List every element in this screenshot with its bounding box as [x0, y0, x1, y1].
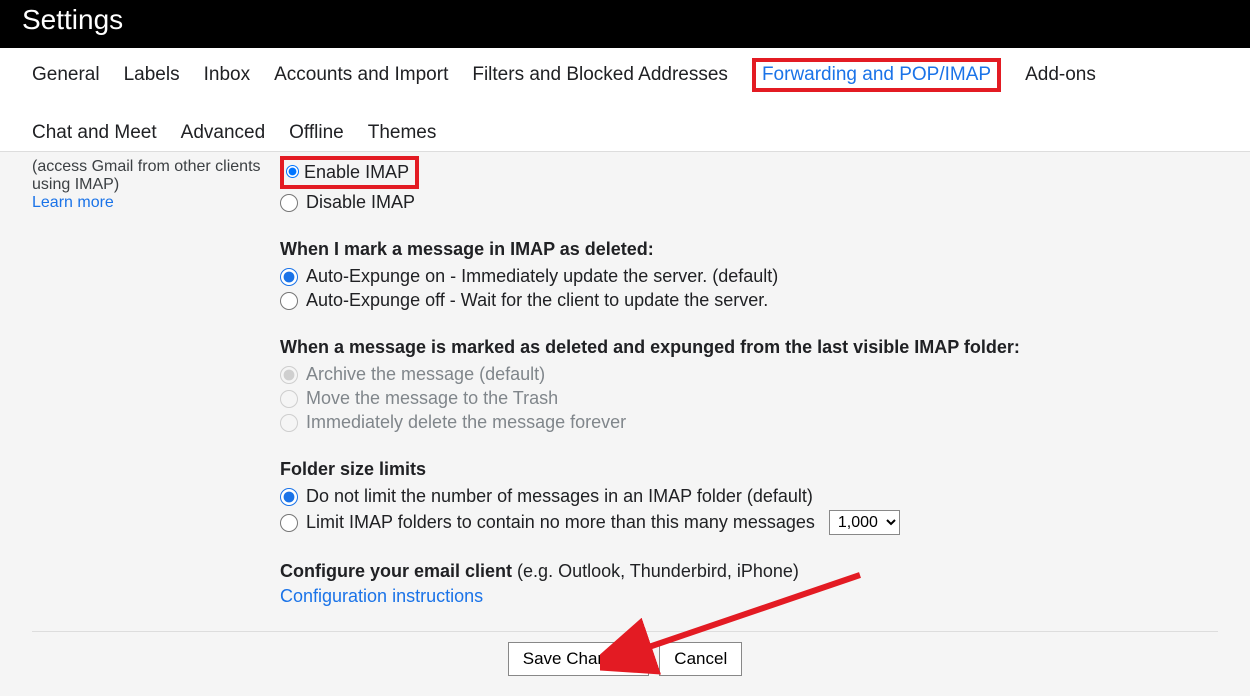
- no-limit-radio[interactable]: [280, 488, 298, 506]
- move-trash-radio: [280, 390, 298, 408]
- imap-settings-column: Enable IMAP Disable IMAP When I mark a m…: [280, 152, 1218, 607]
- tab-themes[interactable]: Themes: [368, 116, 437, 150]
- deleted-folder-section-title: When a message is marked as deleted and …: [280, 337, 1218, 358]
- highlight-enable-imap: Enable IMAP: [280, 156, 419, 189]
- archive-message-radio: [280, 366, 298, 384]
- tab-chat-meet[interactable]: Chat and Meet: [32, 116, 157, 150]
- configuration-instructions-link[interactable]: Configuration instructions: [280, 586, 483, 607]
- imap-desc-line2: using IMAP): [32, 176, 280, 194]
- delete-forever-label: Immediately delete the message forever: [306, 412, 626, 433]
- auto-expunge-off-radio[interactable]: [280, 292, 298, 310]
- configure-client-rest: (e.g. Outlook, Thunderbird, iPhone): [512, 561, 799, 581]
- tab-filters-blocked[interactable]: Filters and Blocked Addresses: [472, 58, 728, 92]
- configure-client-row: Configure your email client (e.g. Outloo…: [280, 561, 1218, 607]
- disable-imap-radio[interactable]: [280, 194, 298, 212]
- save-changes-button[interactable]: Save Changes: [508, 642, 650, 676]
- settings-content: (access Gmail from other clients using I…: [0, 151, 1250, 696]
- enable-imap-radio[interactable]: [286, 165, 299, 178]
- move-trash-label: Move the message to the Trash: [306, 388, 558, 409]
- delete-forever-radio: [280, 414, 298, 432]
- tab-general[interactable]: General: [32, 58, 100, 92]
- message-limit-select[interactable]: 1,000: [829, 510, 900, 535]
- expunge-section-title: When I mark a message in IMAP as deleted…: [280, 239, 1218, 260]
- enable-imap-label: Enable IMAP: [304, 162, 409, 182]
- tab-offline[interactable]: Offline: [289, 116, 344, 150]
- imap-access-description: (access Gmail from other clients using I…: [32, 152, 280, 212]
- highlight-forwarding-tab: Forwarding and POP/IMAP: [752, 58, 1001, 92]
- action-buttons-row: Save Changes Cancel: [32, 631, 1218, 676]
- auto-expunge-on-label: Auto-Expunge on - Immediately update the…: [306, 266, 778, 287]
- tab-forwarding-pop-imap[interactable]: Forwarding and POP/IMAP: [762, 64, 991, 85]
- page-title: Settings: [22, 4, 123, 35]
- cancel-button[interactable]: Cancel: [659, 642, 742, 676]
- settings-tabs: General Labels Inbox Accounts and Import…: [0, 48, 1250, 151]
- tab-advanced[interactable]: Advanced: [181, 116, 266, 150]
- archive-message-label: Archive the message (default): [306, 364, 545, 385]
- auto-expunge-on-radio[interactable]: [280, 268, 298, 286]
- tab-labels[interactable]: Labels: [124, 58, 180, 92]
- tab-inbox[interactable]: Inbox: [204, 58, 250, 92]
- imap-desc-line1: (access Gmail from other clients: [32, 158, 280, 176]
- folder-limits-section-title: Folder size limits: [280, 459, 1218, 480]
- settings-header: Settings: [0, 0, 1250, 48]
- configure-client-bold: Configure your email client: [280, 561, 512, 581]
- tab-accounts-import[interactable]: Accounts and Import: [274, 58, 448, 92]
- tab-addons[interactable]: Add-ons: [1025, 58, 1096, 92]
- auto-expunge-off-label: Auto-Expunge off - Wait for the client t…: [306, 290, 768, 311]
- learn-more-link[interactable]: Learn more: [32, 194, 114, 211]
- disable-imap-label: Disable IMAP: [306, 192, 415, 213]
- no-limit-label: Do not limit the number of messages in a…: [306, 486, 813, 507]
- limit-messages-label: Limit IMAP folders to contain no more th…: [306, 512, 815, 533]
- limit-messages-radio[interactable]: [280, 514, 298, 532]
